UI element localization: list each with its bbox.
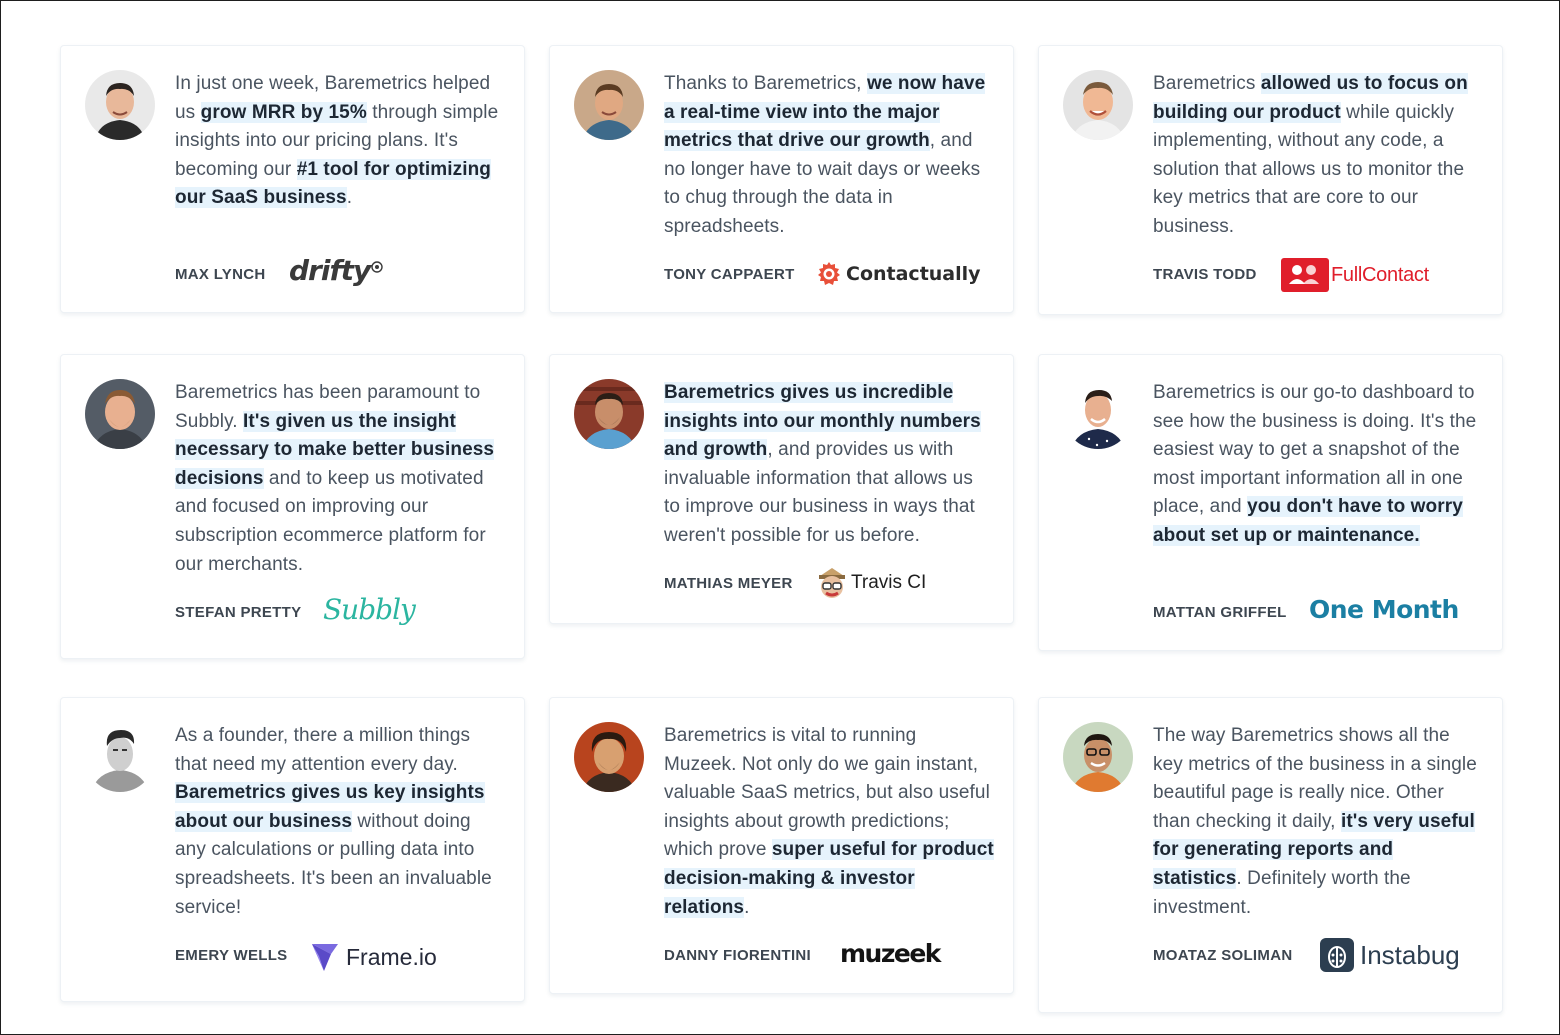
avatar [85,379,155,449]
quote-text: Thanks to Baremetrics, [664,73,867,94]
page-frame: In just one week, Baremetrics helped us … [0,0,1560,1035]
quote-text: Baremetrics [1153,73,1261,94]
avatar [85,722,155,792]
author-name: TRAVIS TODD [1153,266,1257,283]
testimonial-card: In just one week, Baremetrics helped us … [60,45,525,313]
avatar [574,379,644,449]
frame-io-icon [312,944,338,971]
logo-text: Travis CI [851,572,927,593]
testimonial-quote: Baremetrics allowed us to focus on build… [1153,70,1483,242]
contactually-icon [818,262,840,285]
avatar [1063,379,1133,449]
travis-ci-logo[interactable]: Travis CI [816,566,926,600]
author-name: MOATAZ SOLIMAN [1153,947,1293,964]
testimonial-quote: Baremetrics is our go-to dashboard to se… [1153,379,1483,551]
testimonial-card: Thanks to Baremetrics, we now have a rea… [549,45,1014,313]
author-name: STEFAN PRETTY [175,604,302,621]
subbly-logo[interactable]: Subbly [323,593,416,626]
travis-mascot-icon [819,568,845,598]
author-name: TONY CAPPAERT [664,266,795,283]
logo-text: Subbly [323,593,416,626]
testimonial-quote: The way Baremetrics shows all the key me… [1153,722,1483,922]
testimonial-card: Baremetrics is our go-to dashboard to se… [1038,354,1503,651]
logo-text: FullContact [1331,263,1429,286]
instabug-logo[interactable]: Instabug [1320,938,1460,972]
quote-highlight: grow MRR by 15% [200,101,367,123]
registered-icon [371,260,383,273]
logo-text: muzeek [840,939,941,968]
muzeek-logo[interactable]: muzeek [840,939,941,968]
fullcontact-logo[interactable]: FullContact [1281,258,1429,292]
quote-text: As a founder, there a million things tha… [175,725,471,775]
testimonial-card: Baremetrics has been paramount to Subbly… [60,354,525,659]
testimonial-quote: Baremetrics has been paramount to Subbly… [175,379,505,579]
quote-text: . [346,187,353,209]
author-name: DANNY FIORENTINI [664,947,812,964]
contactually-logo[interactable]: Contactually [816,261,981,287]
logo-text: One Month [1309,595,1459,624]
testimonial-quote: Baremetrics is vital to running Muzeek. … [664,722,994,922]
author-name: MATTAN GRIFFEL [1153,604,1287,621]
testimonial-quote: Baremetrics gives us incredible insights… [664,379,994,551]
author-name: MATHIAS MEYER [664,575,793,592]
testimonial-quote: As a founder, there a million things tha… [175,722,505,922]
logo-text: Frame.io [346,943,437,970]
testimonial-card: Baremetrics is vital to running Muzeek. … [549,697,1014,994]
logo-text: Instabug [1360,939,1460,970]
author-name: MAX LYNCH [175,266,266,283]
frame-io-logo[interactable]: Frame.io [311,942,437,972]
drifty-logo[interactable]: drifty [289,254,383,287]
logo-text: drifty [289,254,371,287]
avatar [1063,70,1133,140]
testimonial-card: The way Baremetrics shows all the key me… [1038,697,1503,1013]
quote-text: . [744,896,750,918]
logo-text: Contactually [846,263,981,285]
avatar [574,722,644,792]
avatar [85,70,155,140]
instabug-icon [1320,938,1354,972]
avatar [1063,722,1133,792]
one-month-logo[interactable]: One Month [1309,595,1459,624]
author-name: EMERY WELLS [175,947,288,964]
avatar [574,70,644,140]
testimonial-quote: Thanks to Baremetrics, we now have a rea… [664,70,994,242]
testimonial-card: As a founder, there a million things tha… [60,697,525,1002]
testimonial-card: Baremetrics gives us incredible insights… [549,354,1014,624]
testimonial-card: Baremetrics allowed us to focus on build… [1038,45,1503,315]
fullcontact-icon [1281,258,1329,292]
testimonial-quote: In just one week, Baremetrics helped us … [175,70,505,213]
